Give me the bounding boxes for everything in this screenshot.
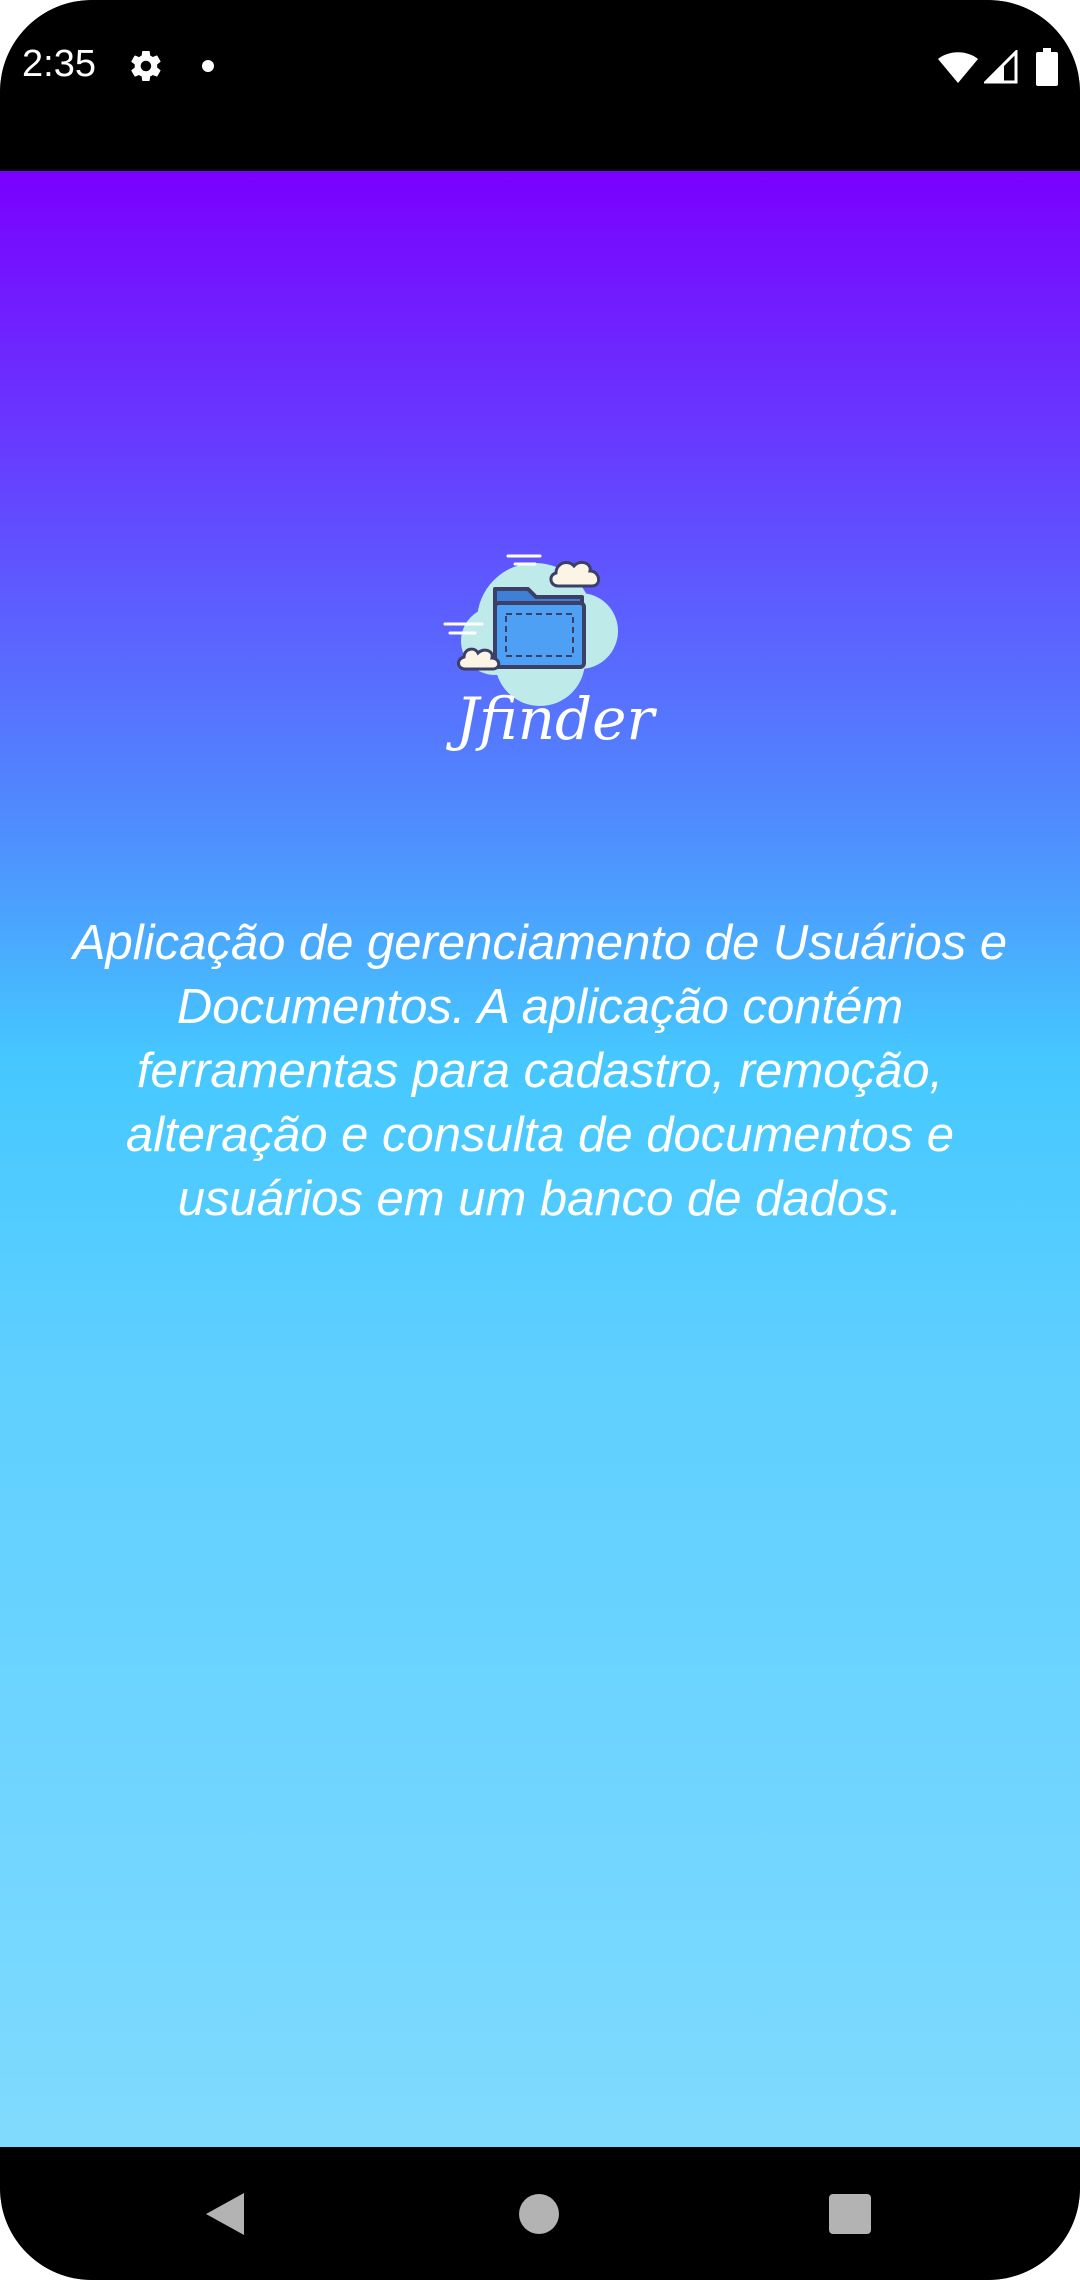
- splash-screen: Jfinder Aplicação de gerenciamento de Us…: [0, 171, 1080, 2147]
- navigation-bar: [0, 2147, 1080, 2280]
- gear-icon: [131, 51, 161, 82]
- back-icon[interactable]: [204, 2191, 246, 2237]
- wifi-icon: [938, 52, 978, 83]
- app-description: Aplicação de gerenciamento de Usuários e…: [72, 916, 1008, 1226]
- status-bar: 2:35: [0, 0, 1080, 171]
- recents-icon[interactable]: [829, 2194, 871, 2234]
- device-frame: 2:35 Jfinder Aplicação de gerenciamento …: [0, 0, 1080, 2280]
- cell-signal-icon: [984, 50, 1018, 84]
- home-icon[interactable]: [519, 2194, 559, 2234]
- app-logo-text: Jfinder: [455, 685, 655, 753]
- battery-icon: [1036, 48, 1058, 86]
- notification-dot-icon: [202, 60, 214, 72]
- status-time: 2:35: [22, 43, 96, 85]
